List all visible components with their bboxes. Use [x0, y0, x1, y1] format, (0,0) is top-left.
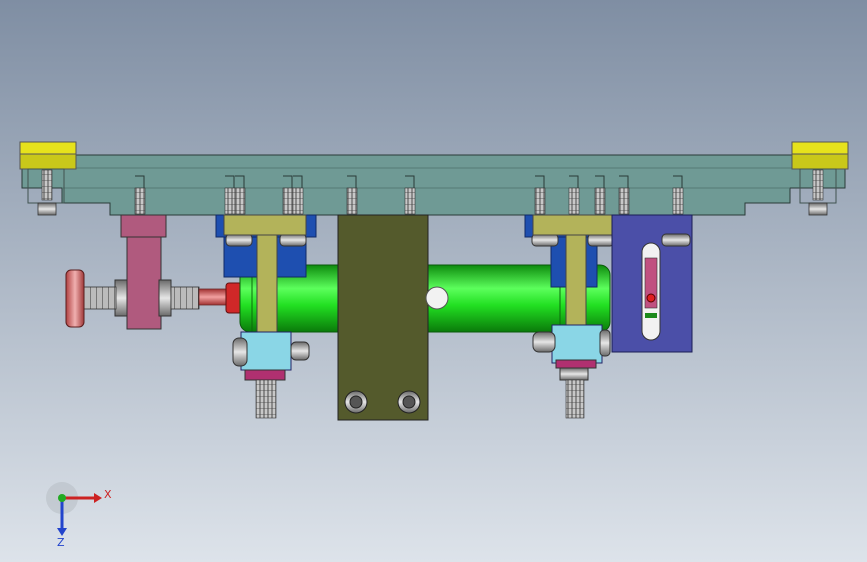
- cad-graphics-viewport[interactable]: X Z: [0, 0, 867, 562]
- cylinder-port-hole: [425, 286, 449, 310]
- sensor-indicator: [646, 293, 656, 303]
- plate-screw: [234, 187, 246, 215]
- sensor-bracket[interactable]: [611, 214, 693, 353]
- z-axis-label: Z: [57, 536, 65, 548]
- base-plate[interactable]: [21, 154, 846, 216]
- x-axis-label: X: [104, 488, 112, 501]
- hex-nut-right: [397, 390, 421, 414]
- plate-screw: [534, 187, 546, 215]
- plate-screw: [404, 187, 416, 215]
- plate-screw: [346, 187, 358, 215]
- hex-nut-left: [344, 390, 368, 414]
- plate-screw: [282, 187, 294, 215]
- plate-screw: [594, 187, 606, 215]
- plate-screw: [618, 187, 630, 215]
- assembly-model-view[interactable]: [0, 0, 867, 562]
- plate-screw: [134, 187, 146, 215]
- plate-screw: [568, 187, 580, 215]
- plate-screw: [224, 187, 236, 215]
- axis-triad: X Z: [46, 482, 112, 548]
- adjust-knob[interactable]: [65, 269, 85, 328]
- plate-screw: [672, 187, 684, 215]
- plate-screw: [292, 187, 304, 215]
